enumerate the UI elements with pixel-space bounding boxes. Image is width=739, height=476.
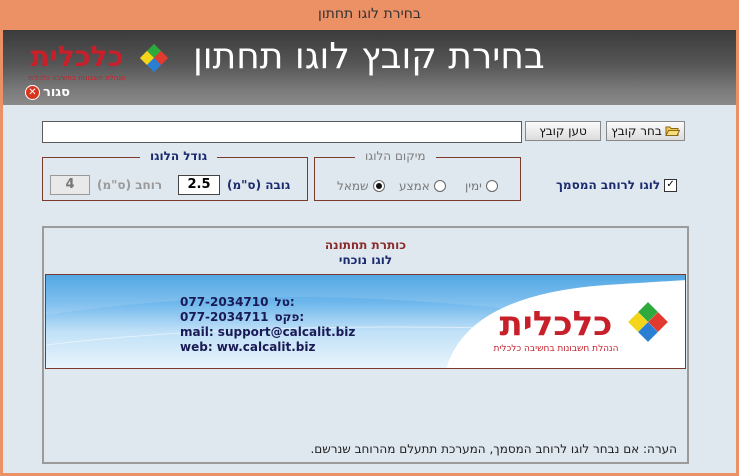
- note-text: הערה: אם נבחר לוגו לרוחב המסמך, המערכת ת…: [310, 442, 677, 456]
- web-line: web: ww.calcalit.biz: [180, 340, 316, 354]
- dialog-title: בחירת קובץ לוגו תחתון: [193, 36, 545, 77]
- logo-position-legend: מיקום הלוגו: [355, 149, 436, 163]
- fax-label: פקס:: [274, 310, 305, 324]
- choose-file-button[interactable]: בחר קובץ: [606, 121, 685, 141]
- preview-title: כותרת תחתונה: [324, 238, 407, 252]
- close-icon: ✕: [25, 85, 40, 100]
- logo-tagline: הנהלת חשבונות בחשיבה כלכלית: [28, 74, 125, 82]
- fax-value: 077-2034711: [180, 310, 269, 324]
- logo-wordmark: כלכלית: [31, 40, 124, 73]
- window-title: בחירת לוגו תחתון: [318, 6, 421, 22]
- position-right-label: ימין: [465, 179, 482, 193]
- width-input[interactable]: 4: [50, 175, 90, 195]
- footer-preview-panel: כותרת תחתונה לוגו נוכחי 077-2034710 טל: 0…: [42, 226, 689, 464]
- position-left-label: שמאל: [337, 179, 369, 193]
- file-path-input[interactable]: [42, 121, 522, 143]
- banner-logo-wordmark: כלכלית: [500, 304, 613, 344]
- choose-file-label: בחר קובץ: [611, 124, 662, 138]
- dialog-header: בחירת קובץ לוגו תחתון כלכלית הנהלת חשבונ…: [3, 30, 736, 105]
- logo-colored-squares-icon: [628, 302, 668, 342]
- close-label: סגור: [43, 85, 70, 100]
- dialog-frame: בחירת קובץ לוגו תחתון כלכלית הנהלת חשבונ…: [3, 30, 736, 473]
- contact-info: 077-2034710 טל: 077-2034711 פקס: mail: sup…: [180, 295, 355, 355]
- banner-logo-tagline: הנהלת חשבונות בחשיבה כלכלית: [493, 344, 618, 354]
- height-input[interactable]: 2.5: [178, 175, 220, 195]
- folder-icon: [664, 126, 680, 136]
- radio-dot-selected: [372, 180, 385, 192]
- window-titlebar: בחירת לוגו תחתון: [0, 0, 739, 30]
- logo-size-legend: גודל הלוגו: [140, 149, 218, 163]
- close-button[interactable]: ✕ סגור: [25, 85, 70, 100]
- height-label: גובה (ס"מ): [227, 178, 291, 192]
- load-file-label: טען קובץ: [539, 124, 587, 138]
- current-logo-image: 077-2034710 טל: 077-2034711 פקס: mail: sup…: [45, 274, 686, 369]
- mail-line: mail: support@calcalit.biz: [180, 325, 356, 339]
- logo-size-group: גודל הלוגו 4 רוחב (ס"מ) 2.5 גובה (ס"מ): [42, 149, 308, 201]
- full-width-checkbox[interactable]: ✓ לוגו לרוחב המסמך: [556, 178, 678, 192]
- tel-label: טל:: [274, 295, 295, 309]
- full-width-label: לוגו לרוחב המסמך: [556, 178, 661, 192]
- position-center-radio[interactable]: אמצע: [399, 179, 446, 193]
- position-left-radio[interactable]: שמאל: [337, 179, 385, 193]
- radio-dot: [485, 180, 498, 192]
- preview-subtitle: לוגו נוכחי: [338, 253, 393, 267]
- width-label: רוחב (ס"מ): [97, 178, 163, 192]
- load-file-button[interactable]: טען קובץ: [525, 121, 601, 141]
- logo-position-group: מיקום הלוגו ימין אמצע שמאל: [314, 149, 521, 201]
- checkbox-checked-icon: ✓: [664, 178, 678, 192]
- radio-dot: [433, 180, 446, 192]
- banner-brand-logo: כלכלית הנהלת חשבונות בחשיבה כלכלית: [493, 302, 668, 354]
- logo-colored-squares-icon: [139, 43, 169, 73]
- position-center-label: אמצע: [399, 179, 430, 193]
- tel-value: 077-2034710: [180, 295, 269, 309]
- position-right-radio[interactable]: ימין: [465, 179, 498, 193]
- brand-logo: כלכלית הנהלת חשבונות בחשיבה כלכלית: [28, 40, 169, 82]
